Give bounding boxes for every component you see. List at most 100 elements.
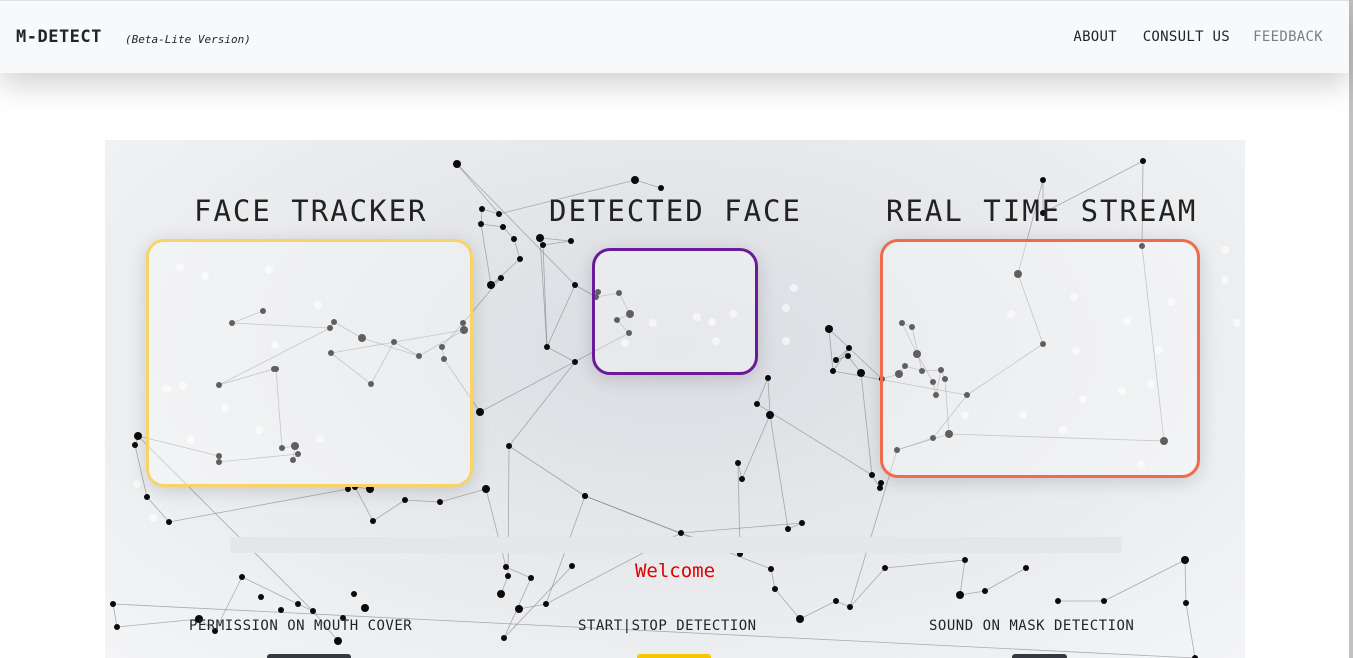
network-node — [1140, 158, 1146, 164]
network-node — [437, 499, 443, 505]
network-node — [739, 476, 745, 482]
network-node — [498, 275, 504, 281]
brand-title[interactable]: M-DETECT — [16, 27, 102, 47]
network-node — [310, 608, 316, 614]
nav-link-consult-us[interactable]: CONSULT US — [1143, 29, 1230, 45]
network-node — [132, 442, 138, 448]
network-node — [351, 591, 357, 597]
network-node — [796, 615, 804, 623]
nav-link-feedback[interactable]: FEEDBACK — [1253, 29, 1323, 45]
real-time-stream-frame — [880, 239, 1200, 478]
sound-toggle[interactable] — [1012, 654, 1067, 658]
network-node — [497, 590, 505, 598]
status-bar — [230, 537, 1122, 553]
network-soft-node — [1221, 246, 1229, 254]
network-node — [582, 493, 588, 499]
network-node — [631, 176, 639, 184]
network-node — [982, 588, 988, 594]
network-line — [513, 238, 521, 260]
network-node — [845, 353, 851, 359]
network-soft-node — [790, 284, 798, 292]
network-node — [361, 604, 369, 612]
network-node — [544, 344, 550, 350]
network-line — [480, 223, 504, 228]
network-line — [584, 495, 682, 534]
network-node — [1040, 177, 1046, 183]
sound-label: SOUND ON MASK DETECTION — [929, 618, 1135, 634]
network-node — [878, 480, 884, 486]
network-line — [112, 603, 118, 628]
network-node — [572, 282, 578, 288]
network-node — [1055, 598, 1061, 604]
network-line — [756, 377, 769, 405]
network-node — [540, 242, 546, 248]
network-node — [572, 359, 578, 365]
network-node — [511, 236, 517, 242]
network-line — [508, 445, 586, 497]
network-line — [828, 328, 834, 372]
real-time-stream-title: REAL TIME STREAM — [886, 194, 1198, 228]
network-node — [833, 598, 839, 604]
network-node — [658, 185, 664, 191]
network-node — [833, 357, 839, 363]
network-line — [508, 361, 576, 447]
network-node — [487, 281, 495, 289]
network-node — [785, 526, 791, 532]
network-node — [506, 443, 512, 449]
network-line — [542, 240, 572, 246]
network-node — [278, 607, 284, 613]
scrollbar[interactable] — [1349, 0, 1353, 658]
network-node — [956, 591, 964, 599]
network-line — [490, 258, 521, 286]
network-node — [772, 586, 778, 592]
network-node — [402, 497, 408, 503]
network-node — [114, 624, 120, 630]
network-node — [453, 160, 461, 168]
network-line — [439, 488, 487, 503]
network-soft-node — [133, 480, 141, 488]
network-soft-node — [1233, 319, 1241, 327]
network-node — [1183, 600, 1189, 606]
welcome-message: Welcome — [634, 560, 716, 582]
network-soft-node — [782, 304, 790, 312]
network-node — [877, 485, 883, 491]
network-node — [799, 520, 805, 526]
network-node — [1101, 598, 1107, 604]
detection-panel: FACE TRACKER DETECTED FACE REAL TIME STR… — [105, 140, 1245, 658]
network-node — [370, 518, 376, 524]
network-node — [517, 256, 523, 262]
network-node — [482, 485, 490, 493]
network-soft-node — [149, 514, 157, 522]
network-line — [116, 618, 200, 628]
network-node — [830, 368, 836, 374]
detected-face-frame — [592, 248, 758, 375]
network-node — [110, 601, 116, 607]
face-tracker-frame — [146, 239, 473, 487]
network-line — [546, 346, 576, 363]
network-node — [568, 238, 574, 244]
network-node — [496, 211, 502, 217]
network-node — [479, 206, 485, 212]
network-line — [634, 179, 662, 189]
nav-link-about[interactable]: ABOUT — [1073, 29, 1117, 45]
network-node — [515, 605, 523, 613]
network-line — [546, 284, 576, 348]
network-node — [754, 401, 760, 407]
network-soft-node — [1221, 276, 1229, 284]
start-stop-label: START|STOP DETECTION — [578, 618, 757, 634]
network-line — [799, 600, 837, 620]
start-stop-button[interactable] — [637, 654, 711, 658]
network-node — [334, 637, 342, 645]
scrollbar-thumb[interactable] — [1349, 0, 1353, 658]
network-node — [258, 594, 264, 600]
network-line — [372, 499, 406, 522]
network-line — [860, 372, 873, 476]
mouth-cover-toggle[interactable] — [267, 654, 351, 658]
network-line — [480, 223, 492, 286]
network-line — [767, 377, 771, 416]
network-line — [1185, 602, 1196, 658]
network-node — [869, 472, 875, 478]
network-line — [769, 414, 789, 530]
network-node — [847, 604, 853, 610]
mouth-cover-label: PERMISSION ON MOUTH COVER — [189, 618, 413, 634]
